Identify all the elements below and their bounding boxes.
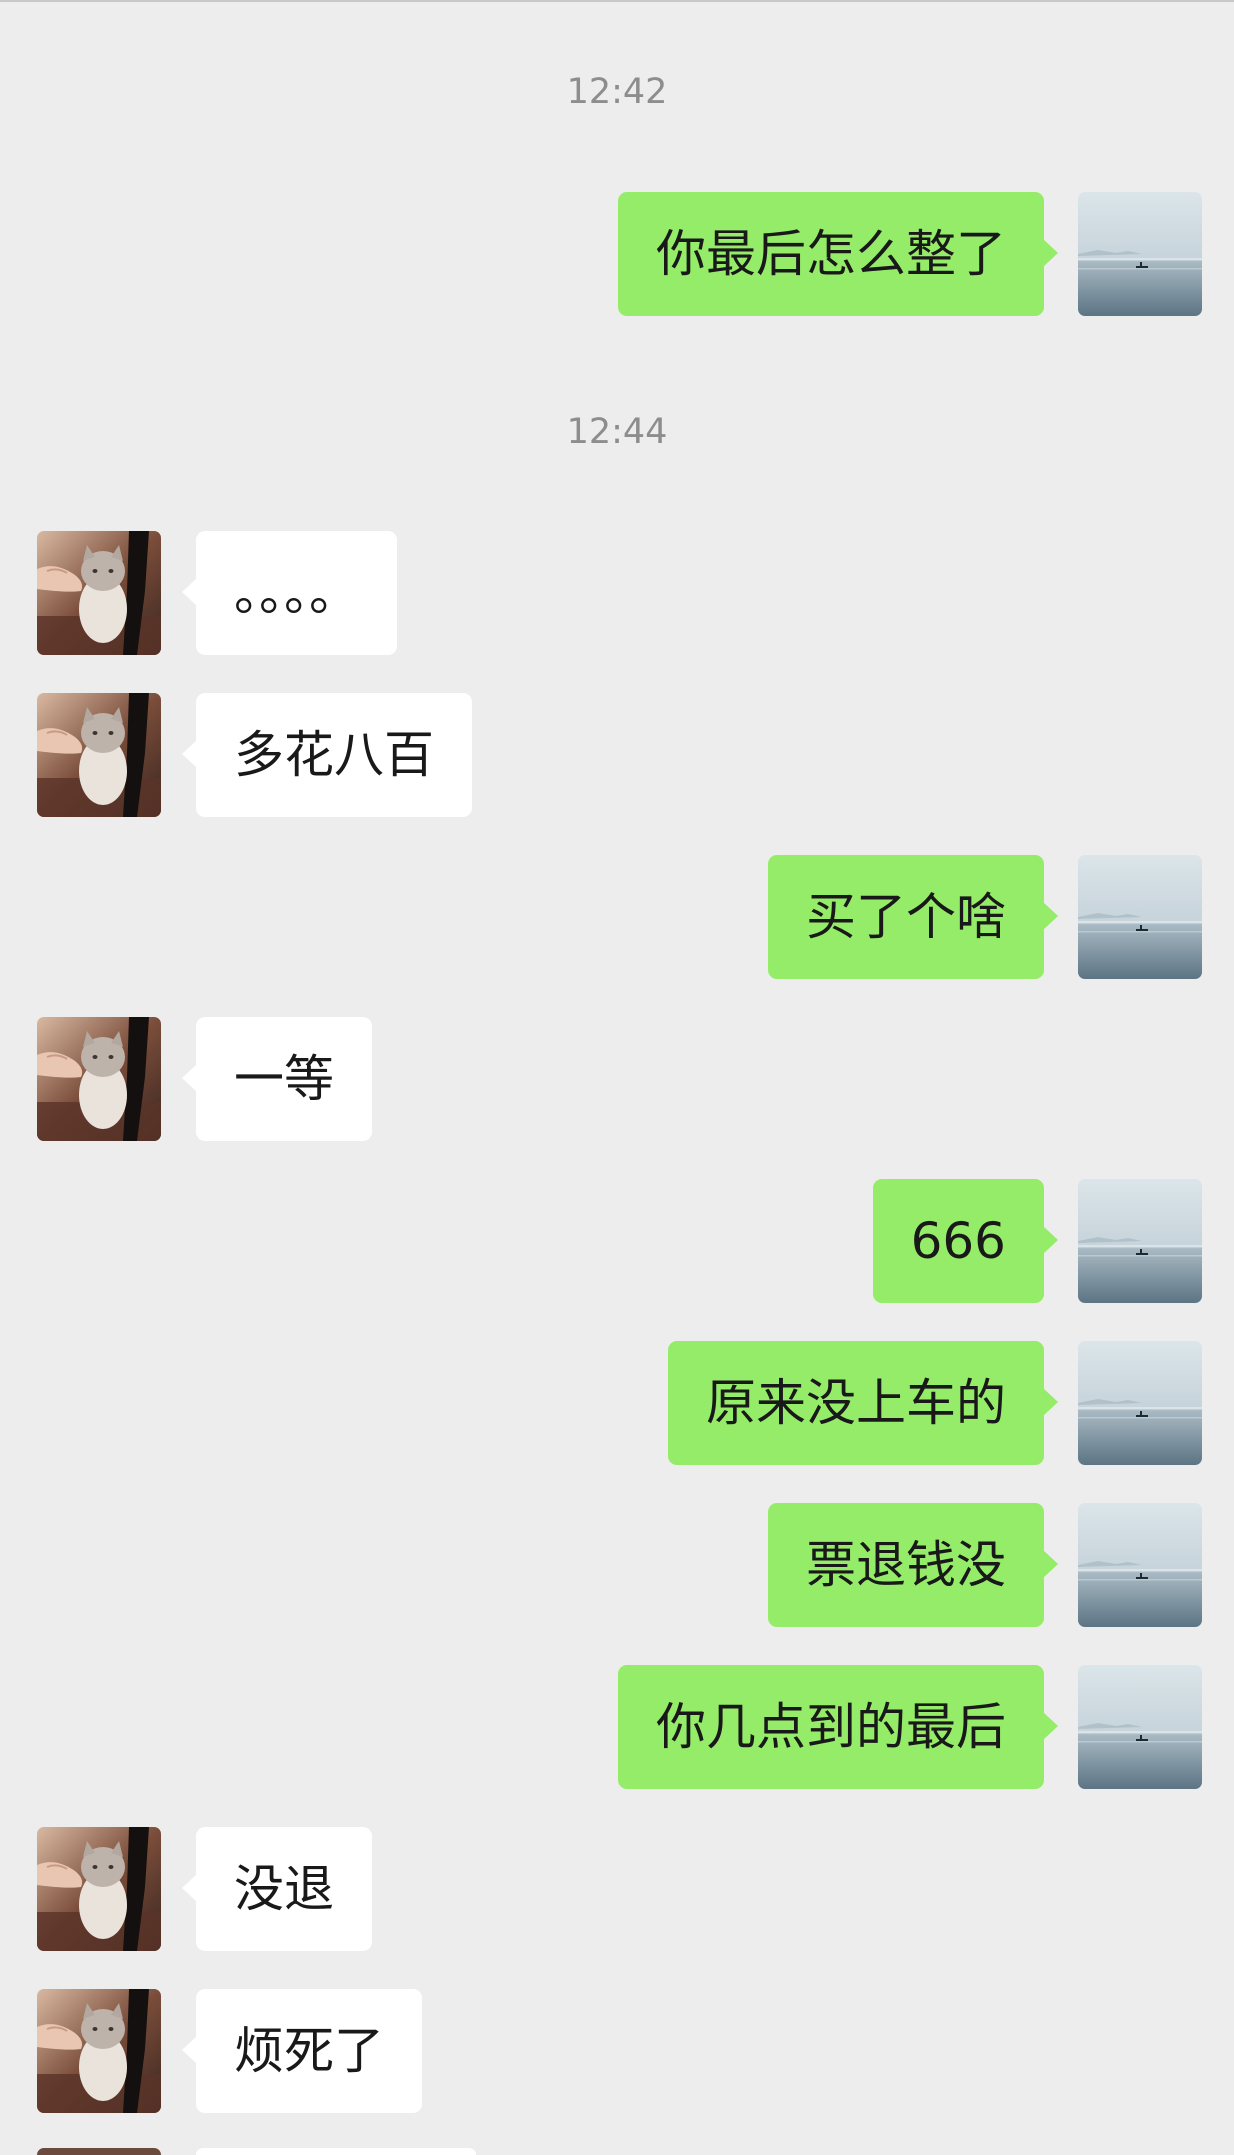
cat-image: [37, 1989, 161, 2113]
message-row-incoming: 一等: [0, 1017, 1234, 1141]
message-bubble[interactable]: 烦死了: [182, 1989, 422, 2113]
self-avatar[interactable]: [1078, 1341, 1202, 1465]
message-bubble[interactable]: 你最后怎么整了: [618, 192, 1058, 316]
contact-avatar[interactable]: [37, 1827, 161, 1951]
self-avatar[interactable]: [1078, 1503, 1202, 1627]
message-row-incoming: 没退: [0, 1827, 1234, 1951]
message-bubble[interactable]: 票退钱没: [768, 1503, 1058, 1627]
timestamp: 12:42: [566, 72, 668, 112]
message-bubble[interactable]: 666: [872, 1179, 1059, 1303]
misty-lake-image: [1078, 1503, 1202, 1627]
contact-avatar[interactable]: [37, 1989, 161, 2113]
message-row-incoming: 烦死了: [0, 1989, 1234, 2113]
top-divider: [0, 0, 1234, 2]
misty-lake-image: [1078, 1179, 1202, 1303]
message-bubble[interactable]: 买了个啥: [768, 855, 1058, 979]
message-row-outgoing: 你几点到的最后: [0, 1665, 1234, 1789]
cat-image: [37, 693, 161, 817]
cat-image: [37, 1827, 161, 1951]
self-avatar[interactable]: [1078, 192, 1202, 316]
message-row-incoming: 多花八百: [0, 693, 1234, 817]
contact-avatar[interactable]: [37, 693, 161, 817]
misty-lake-image: [1078, 1341, 1202, 1465]
self-avatar[interactable]: [1078, 1665, 1202, 1789]
message-row-outgoing: 买了个啥: [0, 855, 1234, 979]
message-bubble[interactable]: 一等: [182, 1017, 372, 1141]
message-row-outgoing: 666: [0, 1179, 1234, 1303]
self-avatar[interactable]: [1078, 1179, 1202, 1303]
self-avatar[interactable]: [1078, 855, 1202, 979]
message-bubble[interactable]: 你几点到的最后: [618, 1665, 1058, 1789]
message-row-incoming: 。。。。: [0, 531, 1234, 655]
contact-avatar[interactable]: [37, 1017, 161, 1141]
message-row-outgoing: 你最后怎么整了: [0, 192, 1234, 316]
misty-lake-image: [1078, 1665, 1202, 1789]
contact-avatar[interactable]: [37, 531, 161, 655]
message-bubble[interactable]: 原来没上车的: [668, 1341, 1058, 1465]
cat-image: [37, 1017, 161, 1141]
message-bubble[interactable]: 没退: [182, 1827, 372, 1951]
cat-image: [37, 531, 161, 655]
message-bubble-partial: [196, 2148, 476, 2155]
message-bubble[interactable]: 。。。。: [182, 531, 397, 655]
message-bubble[interactable]: 多花八百: [182, 693, 472, 817]
message-row-outgoing: 票退钱没: [0, 1503, 1234, 1627]
timestamp: 12:44: [566, 412, 668, 452]
contact-avatar-partial: [37, 2148, 161, 2155]
misty-lake-image: [1078, 855, 1202, 979]
message-row-outgoing: 原来没上车的: [0, 1341, 1234, 1465]
misty-lake-image: [1078, 192, 1202, 316]
